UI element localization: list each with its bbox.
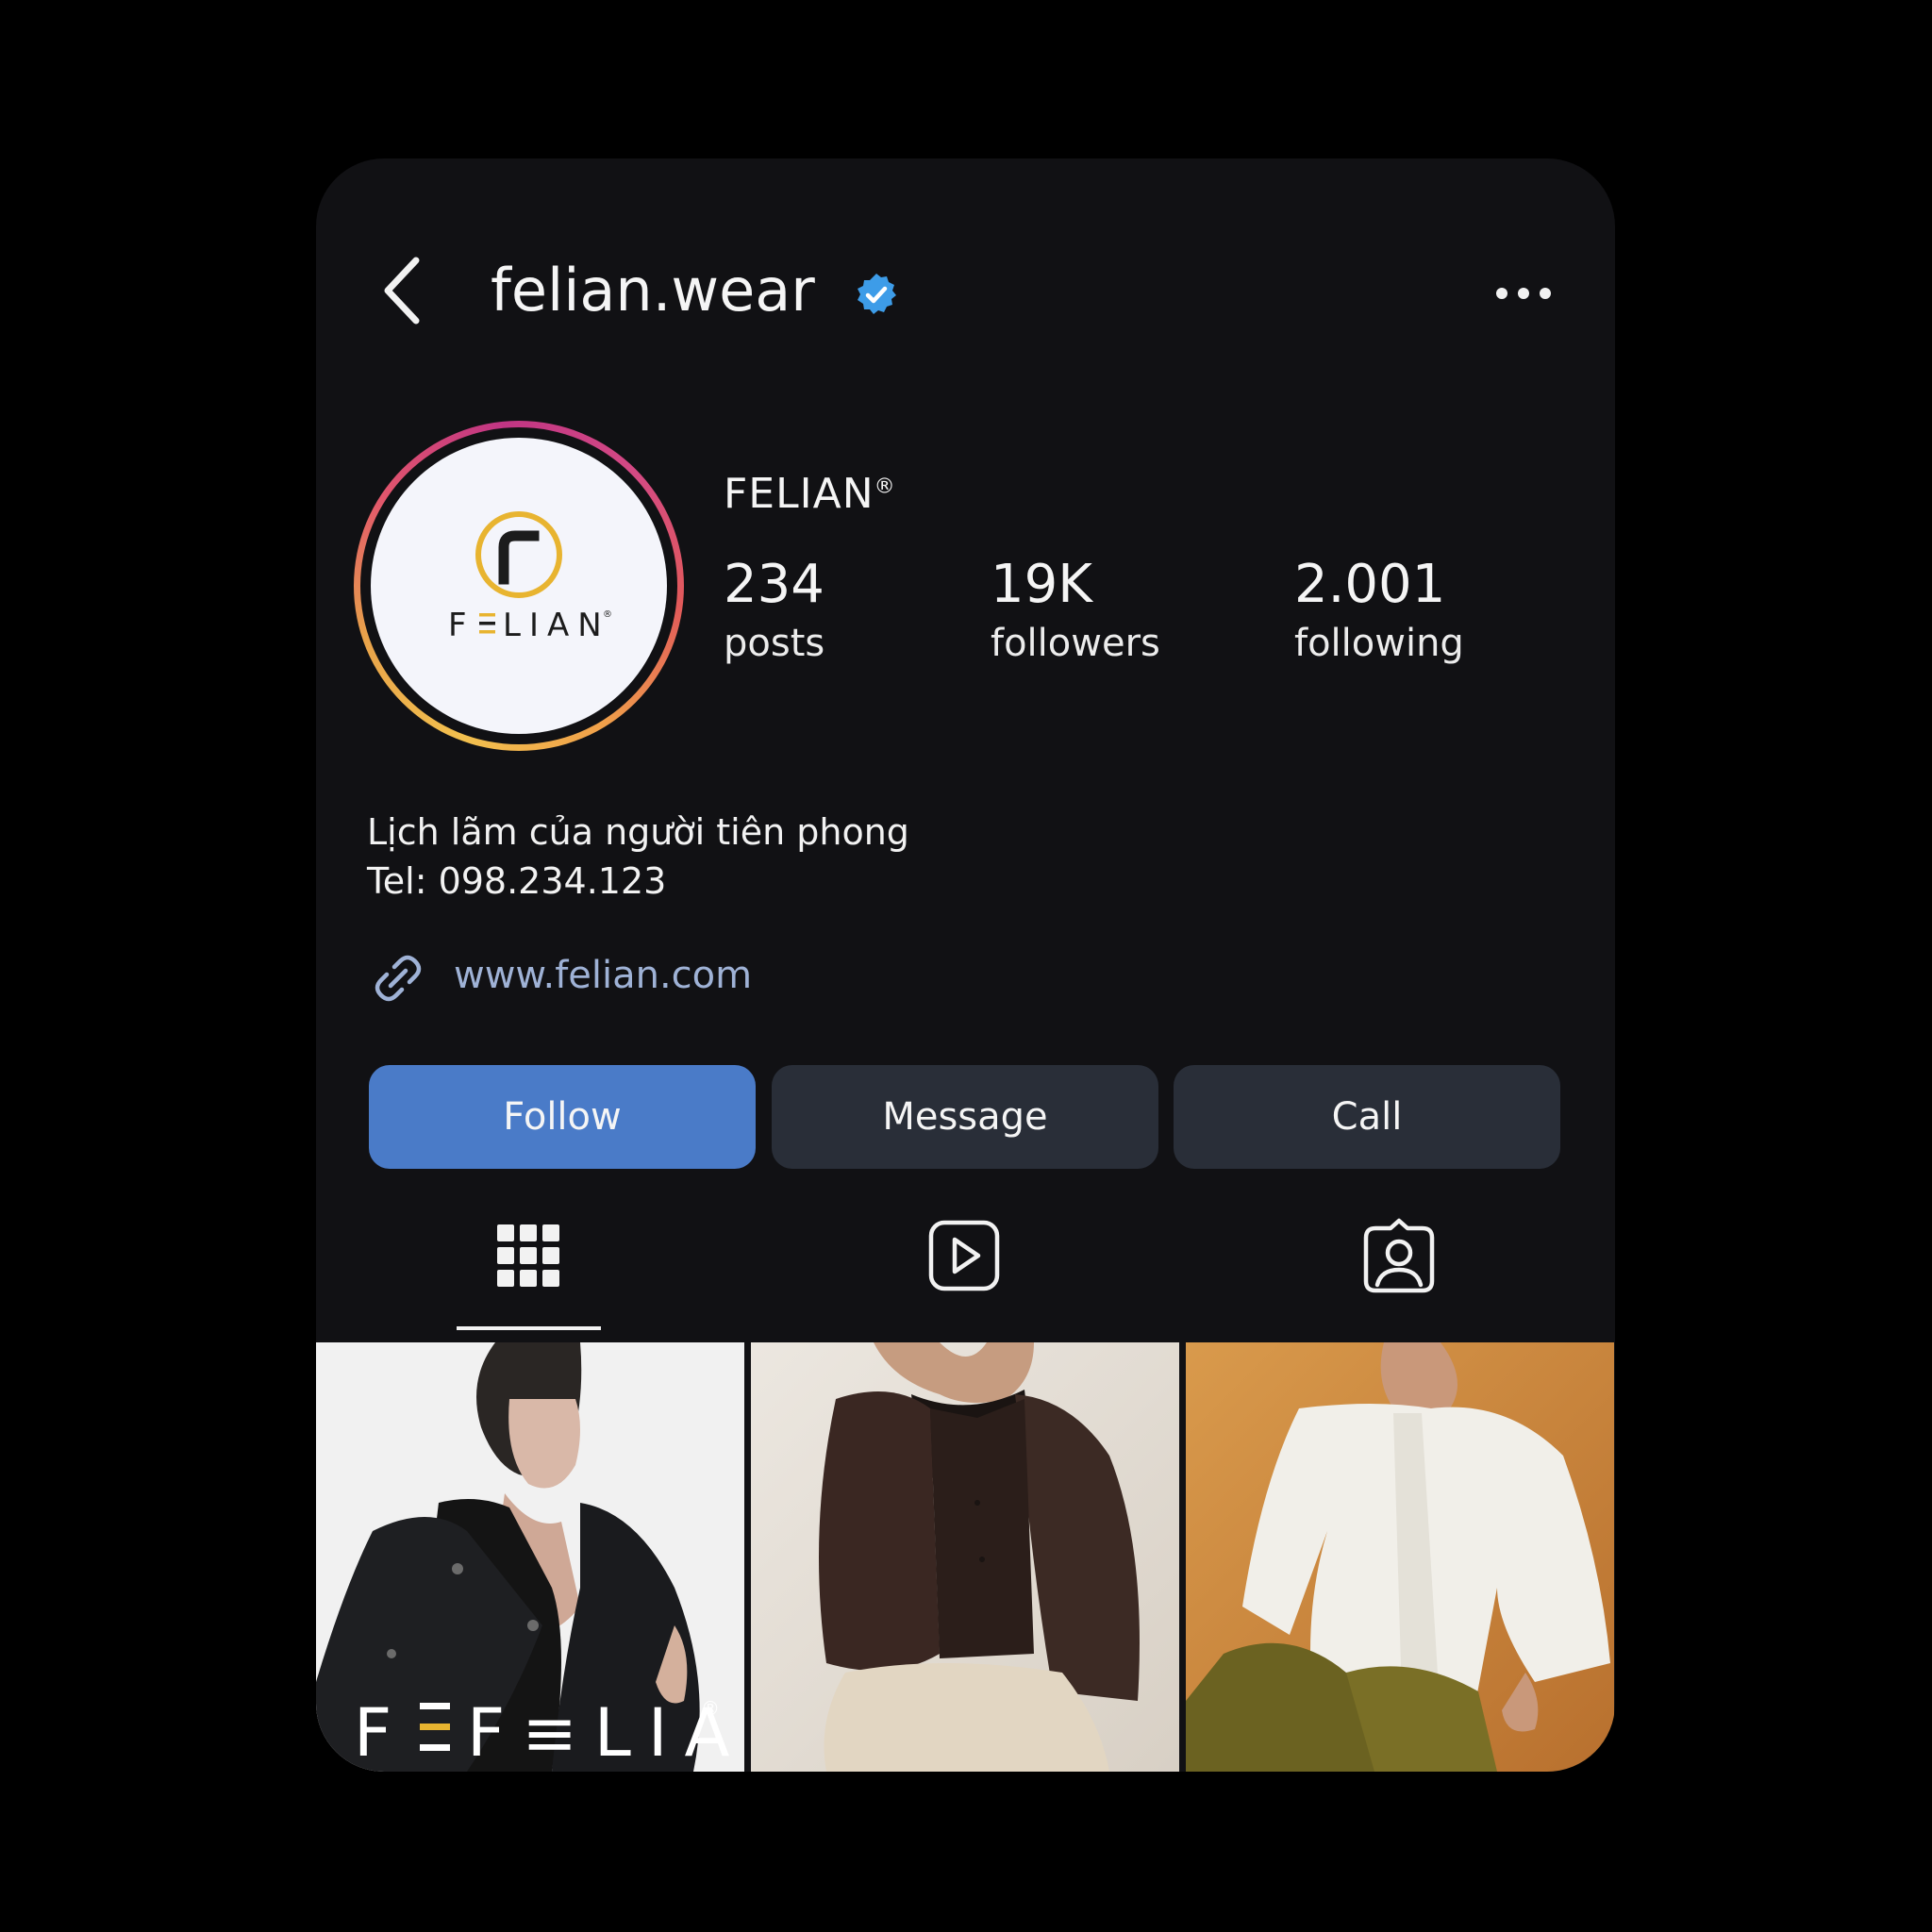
- profile-avatar[interactable]: F LIAN ®: [371, 438, 667, 734]
- post-photo-brown-jacket: [751, 1342, 1179, 1772]
- svg-text:®: ®: [701, 1697, 720, 1720]
- link-icon: [375, 955, 422, 1002]
- post-thumbnail[interactable]: [1186, 1342, 1614, 1772]
- posts-stat[interactable]: 234 posts: [724, 555, 824, 672]
- svg-text:®: ®: [603, 609, 612, 620]
- reels-icon: [928, 1220, 1000, 1291]
- bio-phone: Tel: 098.234.123: [367, 860, 667, 902]
- profile-username: felian.wear: [491, 256, 815, 325]
- felian-logo: F LIAN ®: [448, 511, 612, 644]
- followers-label: followers: [991, 622, 1160, 665]
- verified-badge-icon: [858, 274, 896, 314]
- followers-stat[interactable]: 19K followers: [991, 555, 1160, 672]
- website-url: www.felian.com: [454, 954, 753, 997]
- top-bar: felian.wear: [316, 158, 1615, 325]
- follow-button[interactable]: Follow: [369, 1065, 756, 1169]
- back-button[interactable]: [375, 253, 431, 328]
- tab-reels[interactable]: [922, 1213, 1007, 1298]
- following-label: following: [1294, 622, 1464, 665]
- post-thumbnail[interactable]: [751, 1342, 1179, 1772]
- message-button[interactable]: Message: [772, 1065, 1158, 1169]
- tagged-user-icon: [1363, 1218, 1435, 1293]
- bio-tagline: Lịch lãm của người tiên phong: [367, 811, 909, 853]
- profile-card: felian.wear F LIAN ® FELIAN® 234 posts 1…: [316, 158, 1615, 1772]
- grid-icon: [497, 1224, 559, 1287]
- posts-count: 234: [724, 554, 824, 615]
- post-photo-denim-jacket: F F≡LIAN ®: [316, 1342, 744, 1772]
- svg-text:F: F: [448, 607, 475, 644]
- active-tab-indicator: [457, 1326, 601, 1330]
- display-name: FELIAN®: [724, 470, 896, 518]
- posts-label: posts: [724, 622, 825, 665]
- call-button[interactable]: Call: [1174, 1065, 1560, 1169]
- following-stat[interactable]: 2.001 following: [1294, 555, 1464, 672]
- bio: Lịch lãm của người tiên phong Tel: 098.2…: [367, 808, 909, 906]
- svg-text:F: F: [354, 1694, 408, 1772]
- following-count: 2.001: [1294, 554, 1446, 615]
- post-thumbnail[interactable]: F F≡LIAN ®: [316, 1342, 744, 1772]
- story-ring[interactable]: F LIAN ®: [354, 421, 684, 751]
- post-photo-white-shirt: [1186, 1342, 1614, 1772]
- more-options-button[interactable]: [1491, 279, 1557, 308]
- followers-count: 19K: [991, 554, 1092, 615]
- tab-tagged[interactable]: [1357, 1213, 1441, 1298]
- chevron-left-icon: [384, 257, 420, 325]
- more-horizontal-icon: [1496, 288, 1551, 299]
- tab-posts-grid[interactable]: [486, 1213, 571, 1298]
- svg-text:LIAN: LIAN: [503, 607, 610, 644]
